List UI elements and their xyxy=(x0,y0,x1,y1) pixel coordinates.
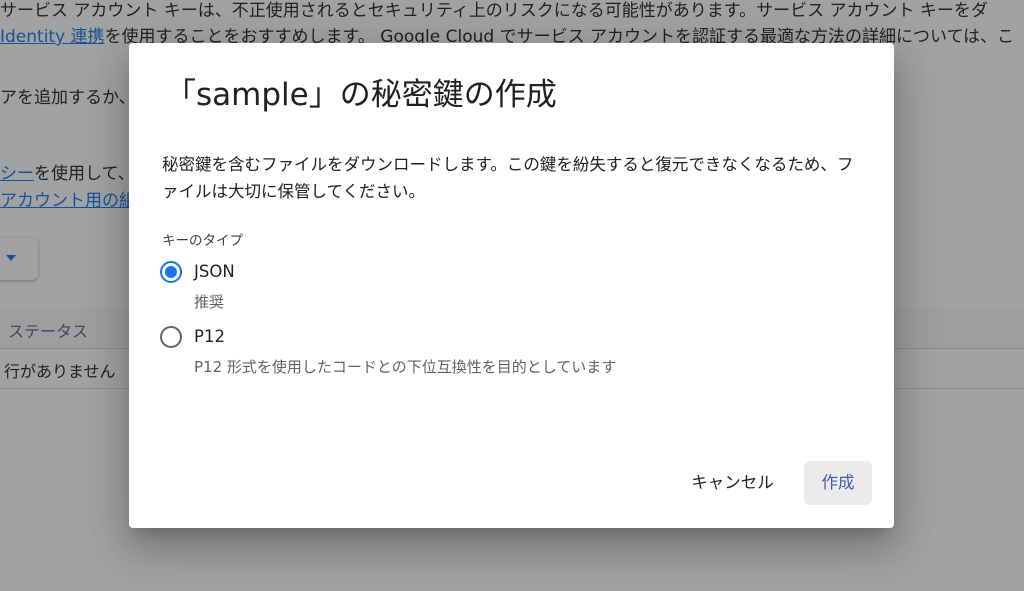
radio-label-json: JSON xyxy=(194,262,235,281)
key-type-label: キーのタイプ xyxy=(162,233,243,249)
radio-checked-icon[interactable] xyxy=(160,261,182,283)
radio-option-p12[interactable]: P12 xyxy=(160,325,225,349)
radio-label-p12: P12 xyxy=(194,327,225,346)
dialog-description: 秘密鍵を含むファイルをダウンロードします。この鍵を紛失すると復元できなくなるため… xyxy=(162,155,854,201)
radio-option-json[interactable]: JSON xyxy=(160,260,235,284)
radio-sublabel-json: 推奨 xyxy=(194,293,225,311)
cancel-button[interactable]: キャンセル xyxy=(675,461,790,505)
page: サービス アカウント キーは、不正使用されるとセキュリティ上のリスクになる可能性… xyxy=(0,0,1024,591)
create-button[interactable]: 作成 xyxy=(804,461,872,505)
create-key-dialog: 「sample」の秘密鍵の作成 秘密鍵を含むファイルをダウンロードします。この鍵… xyxy=(129,43,894,528)
radio-unchecked-icon[interactable] xyxy=(160,326,182,348)
radio-sublabel-p12: P12 形式を使用したコードとの下位互換性を目的としています xyxy=(194,358,617,376)
dialog-title: 「sample」の秘密鍵の作成 xyxy=(165,77,557,113)
